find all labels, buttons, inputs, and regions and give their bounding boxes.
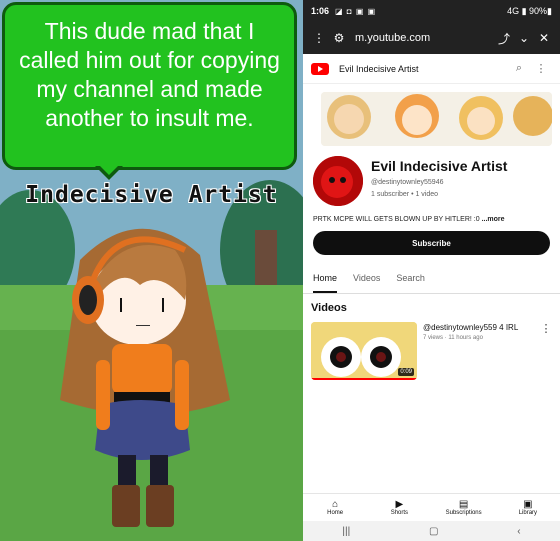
bottom-navigation: ⌂ Home ▶ Shorts ▤ Subscriptions ▣ Librar…	[303, 493, 560, 521]
channel-tabs: Home Videos Search	[303, 267, 560, 294]
nav-library[interactable]: ▣ Library	[496, 494, 560, 521]
video-thumbnail[interactable]: 0:09	[311, 322, 417, 380]
description-more-link[interactable]: ...more	[482, 216, 505, 223]
nav-home-label: Home	[327, 510, 344, 516]
nav-home[interactable]: ⌂ Home	[303, 494, 367, 521]
tab-search[interactable]: Search	[396, 267, 425, 293]
search-icon[interactable]: ⌕	[508, 62, 530, 75]
video-meta: 7 views · 11 hours ago	[423, 335, 483, 341]
back-icon[interactable]: ‹	[517, 526, 520, 537]
channel-banner	[321, 92, 552, 146]
videos-section-title: Videos	[311, 302, 347, 314]
home-button-icon[interactable]: ▢	[429, 526, 438, 537]
status-signal-battery: 4G ▮ 90%▮	[507, 5, 552, 16]
nav-shorts-label: Shorts	[390, 510, 409, 516]
status-bar: 1:06 ◪ ◘ ▣ ▣ 4G ▮ 90%▮	[303, 0, 560, 22]
browser-url-bar: ⋮ ⚙ m.youtube.com ⤴ ⌄ ✕	[303, 22, 560, 54]
channel-description[interactable]: PRTK MCPE WILL GETS BLOWN UP BY HITLER! …	[303, 206, 560, 223]
phone-screenshot: 1:06 ◪ ◘ ▣ ▣ 4G ▮ 90%▮ ⋮ ⚙ m.youtube.com…	[303, 0, 560, 541]
tab-videos[interactable]: Videos	[353, 267, 380, 293]
url-text[interactable]: m.youtube.com	[349, 32, 494, 44]
speech-bubble-tail-fill	[99, 165, 119, 175]
share-icon[interactable]: ⤴	[494, 30, 514, 47]
shorts-icon: ▶	[395, 499, 404, 510]
more-vert-icon[interactable]: ⋮	[530, 62, 552, 75]
tab-home[interactable]: Home	[313, 267, 338, 293]
home-icon: ⌂	[332, 499, 339, 510]
subscriptions-icon: ▤	[458, 499, 469, 510]
channel-avatar[interactable]	[313, 156, 363, 206]
video-more-icon[interactable]: ⋮	[540, 322, 552, 380]
channel-handle: @destinytownley55946	[371, 179, 444, 186]
video-list-item[interactable]: 0:09 @destinytownley559 4 IRL 7 views · …	[303, 314, 560, 380]
subscribe-button[interactable]: Subscribe	[313, 231, 550, 255]
channel-description-text: PRTK MCPE WILL GETS BLOWN UP BY HITLER! …	[313, 216, 482, 223]
nav-library-label: Library	[518, 510, 538, 516]
android-navigation-bar: ||| ▢ ‹	[303, 521, 560, 541]
channel-stats: 1 subscriber • 1 video	[371, 191, 439, 198]
nav-subscriptions-label: Subscriptions	[445, 510, 482, 516]
nav-shorts[interactable]: ▶ Shorts	[367, 494, 431, 521]
channel-info-row: Evil Indecisive Artist @destinytownley55…	[303, 146, 560, 206]
banner-art	[321, 92, 552, 146]
channel-info: Evil Indecisive Artist @destinytownley55…	[371, 156, 552, 206]
close-icon[interactable]: ✕	[534, 31, 554, 45]
youtube-logo-icon[interactable]	[311, 62, 329, 75]
video-info: @destinytownley559 4 IRL 7 views · 11 ho…	[423, 322, 540, 380]
youtube-header: Evil Indecisive Artist ⌕ ⋮	[303, 54, 560, 84]
more-vert-icon[interactable]: ⋮	[309, 31, 329, 45]
header-channel-title: Evil Indecisive Artist	[339, 63, 419, 74]
video-duration: 0:09	[398, 368, 414, 376]
avatar-art	[313, 156, 363, 206]
character-name: Indecisive Artist	[25, 182, 278, 208]
library-icon: ▣	[523, 499, 533, 510]
nav-subscriptions[interactable]: ▤ Subscriptions	[432, 494, 496, 521]
watch-progress-bar	[311, 378, 417, 380]
speech-bubble-text: This dude mad that I called him out for …	[19, 18, 280, 131]
meme-panel: This dude mad that I called him out for …	[0, 0, 303, 541]
chevron-down-icon[interactable]: ⌄	[514, 31, 534, 45]
status-time: 1:06	[311, 6, 330, 16]
notification-icons: ◪ ◘ ▣ ▣	[335, 6, 377, 16]
channel-name: Evil Indecisive Artist	[371, 158, 508, 174]
recent-apps-icon[interactable]: |||	[342, 526, 350, 537]
site-settings-icon[interactable]: ⚙	[329, 31, 349, 45]
video-title[interactable]: @destinytownley559 4 IRL	[423, 322, 540, 333]
speech-bubble: This dude mad that I called him out for …	[2, 2, 297, 170]
